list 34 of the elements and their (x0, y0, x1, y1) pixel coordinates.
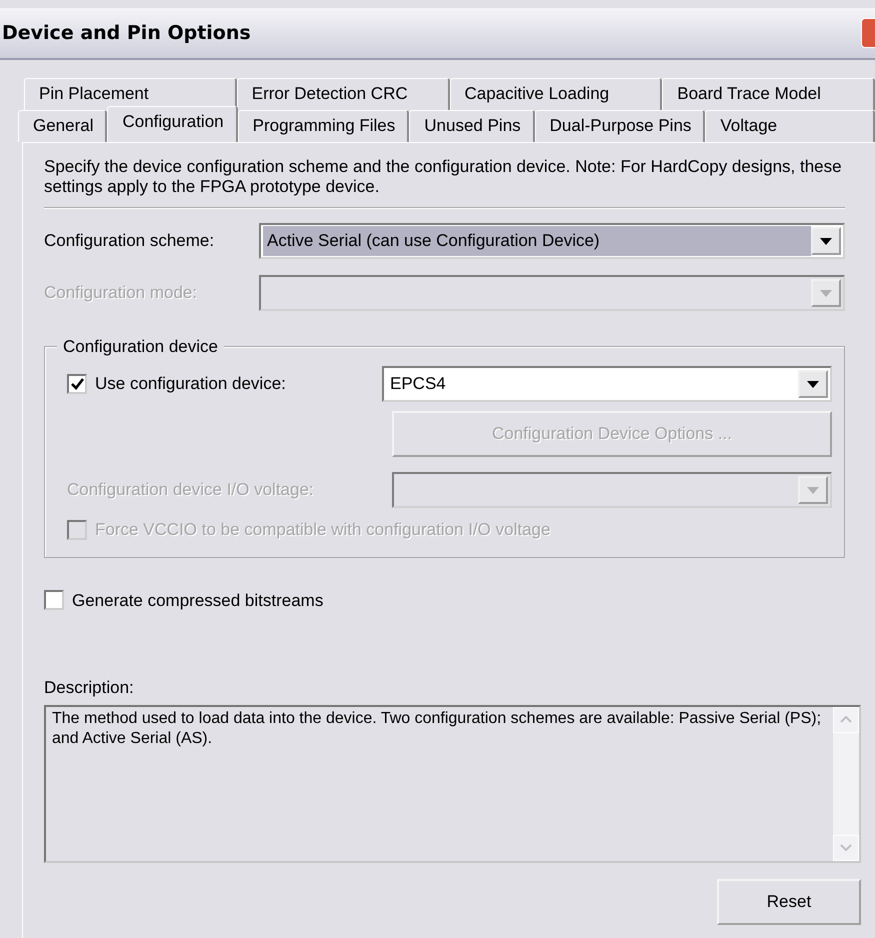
checkbox-label: Use configuration device: (95, 373, 286, 396)
scroll-up-button[interactable] (833, 706, 859, 732)
tab[interactable]: Configuration (107, 106, 238, 142)
caret-icon (820, 290, 832, 296)
dropdown-field[interactable]: EPCS4 (382, 366, 832, 402)
checkbox-label: Force VCCIO to be compatible with configuration I/O voltage (95, 519, 550, 541)
tab[interactable]: Unused Pins (409, 110, 535, 142)
scroll-down-button[interactable] (833, 834, 859, 860)
window-title: Device and Pin Options (2, 20, 251, 46)
tab[interactable]: Board Trace Model (662, 78, 875, 110)
description-text: The method used to load data into the device. Two configuration schemes are available: Passive Serial (PS); and Active Serial (AS). (51, 708, 822, 748)
checkbox-label: Generate compressed bitstreams (72, 590, 324, 612)
checkbox[interactable] (67, 374, 87, 394)
tab[interactable]: Programming Files (238, 110, 410, 142)
dropdown-button[interactable] (798, 370, 828, 398)
caret-icon (807, 486, 819, 494)
reset-button[interactable]: Reset (717, 878, 861, 924)
tab[interactable]: Voltage (705, 110, 875, 142)
field-label: Configuration device I/O voltage: (67, 479, 315, 502)
scrollbar[interactable] (833, 706, 859, 860)
field-label: Configuration scheme: (44, 230, 216, 252)
tab[interactable]: Error Detection CRC (236, 78, 450, 110)
caret-icon (820, 238, 832, 244)
dropdown-field[interactable]: Active Serial (can use Configuration Device) (259, 223, 845, 259)
tab[interactable]: Capacitive Loading (450, 78, 662, 110)
caret-icon (807, 380, 819, 388)
dropdown-button[interactable] (811, 227, 841, 255)
checkbox[interactable] (44, 590, 64, 610)
tab[interactable]: General (18, 110, 108, 142)
tab[interactable]: Dual-Purpose Pins (534, 110, 706, 142)
tab[interactable]: Pin Placement (24, 78, 237, 110)
instructions-text: Specify the device configuration scheme and the configuration device. Note: For HardCopy designs, these settings apply to the FPGA prototype device. (44, 157, 845, 208)
description-label: Description: (44, 677, 135, 699)
field-label: Configuration mode: (44, 282, 198, 304)
